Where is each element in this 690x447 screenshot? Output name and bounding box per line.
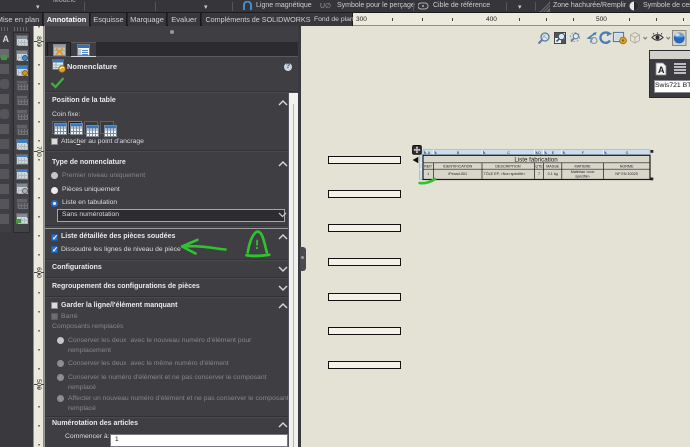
svg-text:IDENTIFICATION: IDENTIFICATION xyxy=(443,165,472,169)
svg-text:MATIERE: MATIERE xyxy=(575,165,592,169)
svg-text:C: C xyxy=(507,151,510,155)
svg-text:0.1 kg: 0.1 kg xyxy=(548,172,558,176)
svg-text:Matériau <non: Matériau <non xyxy=(571,170,595,174)
svg-text:REP.: REP. xyxy=(424,165,432,169)
svg-text:MASSE: MASSE xyxy=(546,165,559,169)
svg-text:7: 7 xyxy=(538,172,540,176)
svg-text:A: A xyxy=(658,65,665,75)
svg-text:iPecad-001: iPecad-001 xyxy=(448,172,467,176)
svg-text:1: 1 xyxy=(427,172,429,176)
svg-text:G: G xyxy=(626,151,629,155)
svg-text:NORME: NORME xyxy=(620,165,634,169)
svg-text:Liste fabrication: Liste fabrication xyxy=(514,156,558,163)
svg-text:spécifié>: spécifié> xyxy=(575,175,590,179)
svg-text:DESCRIPTION: DESCRIPTION xyxy=(495,165,521,169)
svg-text:D: D xyxy=(538,151,541,155)
svg-text:TÔLE EP. <Non spécifié>: TÔLE EP. <Non spécifié> xyxy=(484,171,526,176)
svg-text:NF EN 10025: NF EN 10025 xyxy=(615,172,637,176)
svg-text:QTE: QTE xyxy=(535,165,543,169)
